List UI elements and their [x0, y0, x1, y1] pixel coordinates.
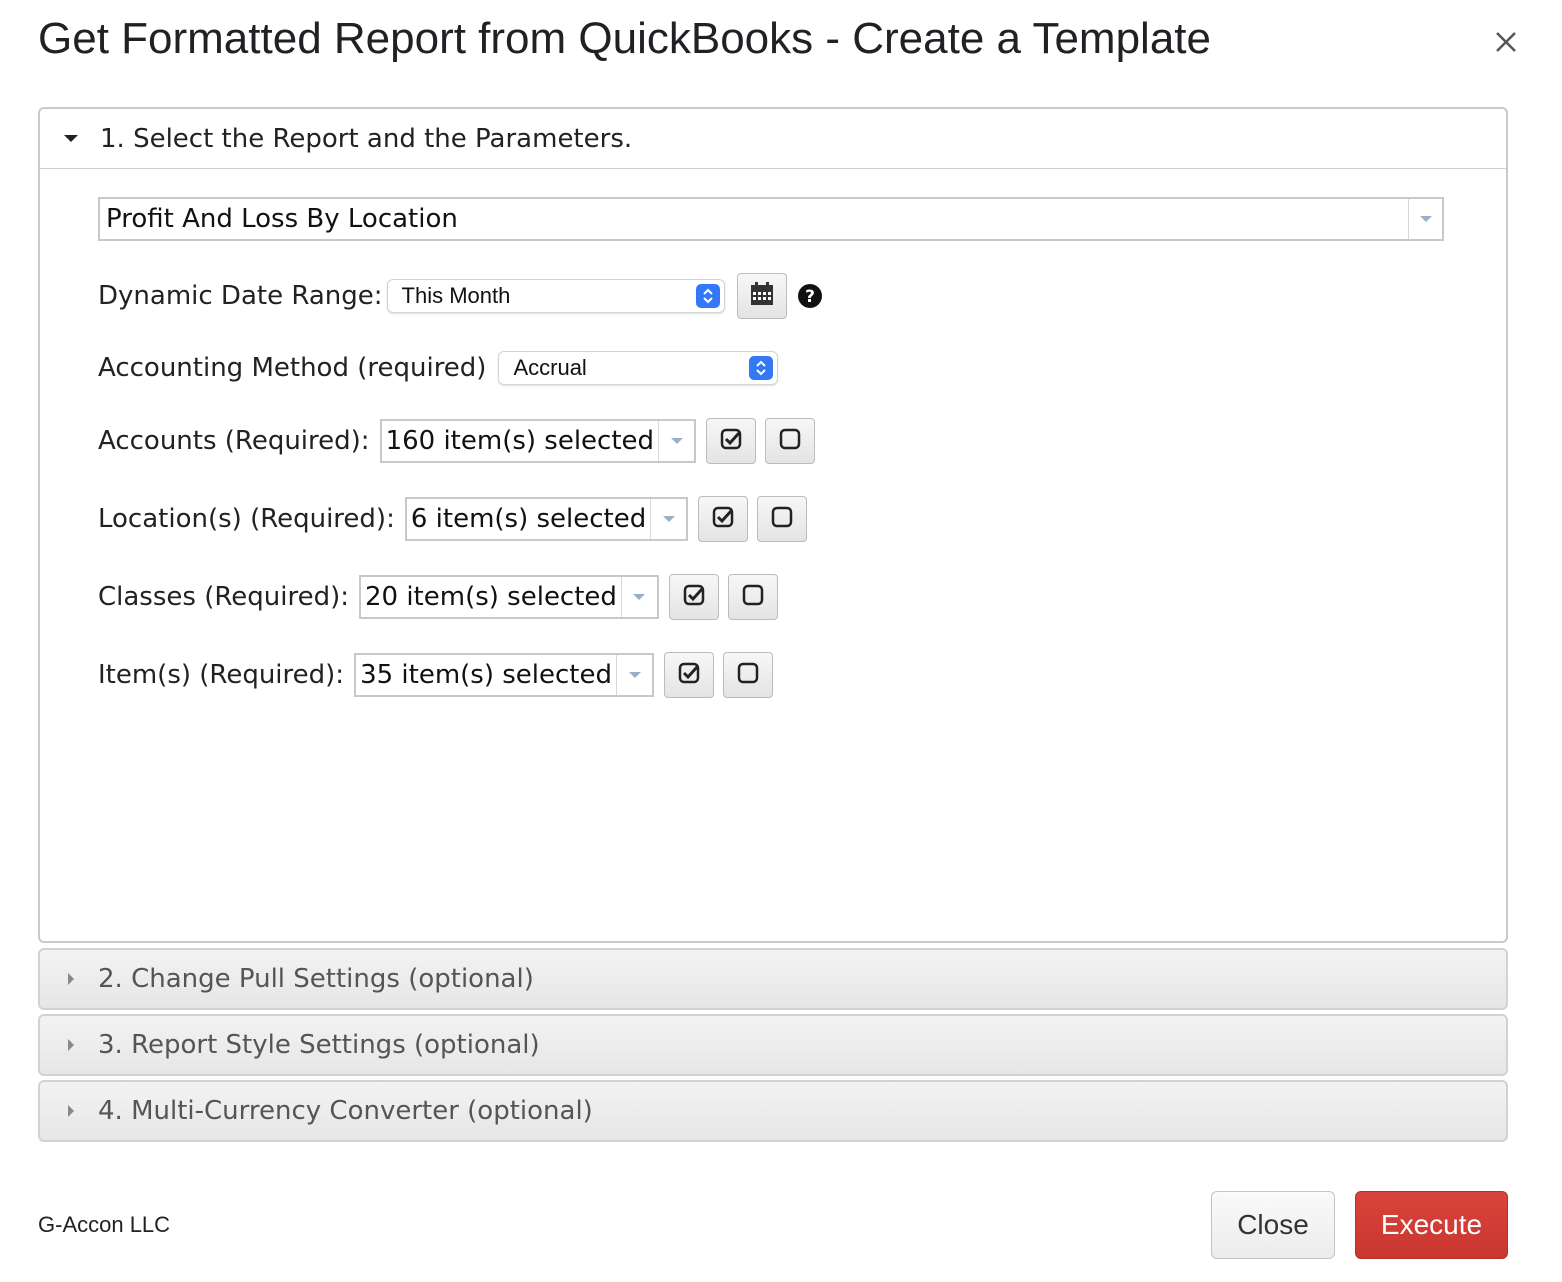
select-all-button[interactable]	[698, 496, 749, 542]
multiselect-value: 160 item(s) selected	[385, 426, 655, 456]
filter-row-accounts: Accounts (Required): 160 item(s) selecte…	[98, 418, 816, 464]
accounting-method-label: Accounting Method (required)	[98, 353, 487, 383]
section-title: 4. Multi-Currency Converter (optional)	[98, 1096, 593, 1126]
dropdown-arrow-icon[interactable]	[616, 655, 652, 695]
section-header-report-parameters[interactable]: 1. Select the Report and the Parameters.	[40, 109, 1506, 169]
collapsed-arrow-icon	[68, 973, 74, 985]
report-select-value: Profit And Loss By Location	[106, 204, 458, 234]
multiselect-value: 6 item(s) selected	[410, 504, 647, 534]
expand-arrow-icon	[64, 135, 78, 142]
report-select[interactable]: Profit And Loss By Location	[98, 197, 1444, 241]
filter-label: Classes (Required):	[98, 582, 349, 612]
multiselect-value: 20 item(s) selected	[364, 582, 617, 612]
empty-square-icon	[770, 505, 794, 533]
section-title: 3. Report Style Settings (optional)	[98, 1030, 540, 1060]
check-square-icon	[719, 427, 743, 455]
calendar-icon	[749, 281, 775, 311]
accounting-method-row: Accounting Method (required) Accrual	[98, 351, 779, 385]
accounting-method-value: Accrual	[513, 355, 587, 380]
multiselect-value: 35 item(s) selected	[360, 660, 613, 690]
close-icon[interactable]	[1486, 22, 1526, 62]
empty-square-icon	[741, 583, 765, 611]
empty-square-icon	[778, 427, 802, 455]
dialog-title: Get Formatted Report from QuickBooks - C…	[38, 14, 1211, 63]
dropdown-arrow-icon[interactable]	[620, 577, 657, 617]
dropdown-arrow-icon[interactable]	[1408, 199, 1442, 239]
items-multiselect[interactable]: 35 item(s) selected	[354, 653, 655, 697]
filter-label: Location(s) (Required):	[98, 504, 395, 534]
section-title: 2. Change Pull Settings (optional)	[98, 964, 534, 994]
select-arrows-icon	[749, 356, 774, 380]
filter-label: Accounts (Required):	[98, 426, 370, 456]
check-square-icon	[677, 661, 701, 689]
execute-button[interactable]: Execute	[1355, 1191, 1508, 1259]
select-arrows-icon	[695, 284, 720, 308]
dropdown-arrow-icon[interactable]	[658, 421, 694, 461]
deselect-all-button[interactable]	[757, 496, 808, 542]
accounting-method-select[interactable]: Accrual	[498, 351, 779, 385]
date-range-select[interactable]: This Month	[386, 279, 725, 313]
filter-label: Item(s) (Required):	[98, 660, 345, 690]
section-report-parameters: 1. Select the Report and the Parameters.…	[38, 107, 1508, 943]
collapsed-arrow-icon	[68, 1039, 74, 1051]
filter-row-items: Item(s) (Required): 35 item(s) selected	[98, 652, 774, 698]
select-all-button[interactable]	[668, 574, 719, 620]
company-name: G-Accon LLC	[38, 1212, 171, 1237]
deselect-all-button[interactable]	[765, 418, 816, 464]
select-all-button[interactable]	[664, 652, 715, 698]
deselect-all-button[interactable]	[727, 574, 778, 620]
svg-text:?: ?	[805, 287, 815, 307]
help-icon[interactable]: ?	[797, 283, 823, 309]
deselect-all-button[interactable]	[723, 652, 774, 698]
section-multi-currency[interactable]: 4. Multi-Currency Converter (optional)	[38, 1080, 1508, 1142]
dropdown-arrow-icon[interactable]	[650, 499, 686, 539]
locations-multiselect[interactable]: 6 item(s) selected	[404, 497, 689, 541]
close-button[interactable]: Close	[1211, 1191, 1335, 1259]
filter-row-locations: Location(s) (Required): 6 item(s) select…	[98, 496, 808, 542]
section-title: 1. Select the Report and the Parameters.	[100, 123, 633, 154]
check-square-icon	[711, 505, 735, 533]
empty-square-icon	[736, 661, 760, 689]
collapsed-arrow-icon	[68, 1105, 74, 1117]
check-square-icon	[682, 583, 706, 611]
accounts-multiselect[interactable]: 160 item(s) selected	[379, 419, 697, 463]
section-pull-settings[interactable]: 2. Change Pull Settings (optional)	[38, 948, 1508, 1010]
date-range-row: Dynamic Date Range: This Month ?	[98, 273, 823, 319]
filter-row-classes: Classes (Required): 20 item(s) selected	[98, 574, 778, 620]
section-report-style[interactable]: 3. Report Style Settings (optional)	[38, 1014, 1508, 1076]
date-range-value: This Month	[401, 283, 511, 308]
date-range-label: Dynamic Date Range:	[98, 281, 383, 311]
classes-multiselect[interactable]: 20 item(s) selected	[358, 575, 659, 619]
select-all-button[interactable]	[706, 418, 757, 464]
calendar-button[interactable]	[736, 273, 787, 319]
